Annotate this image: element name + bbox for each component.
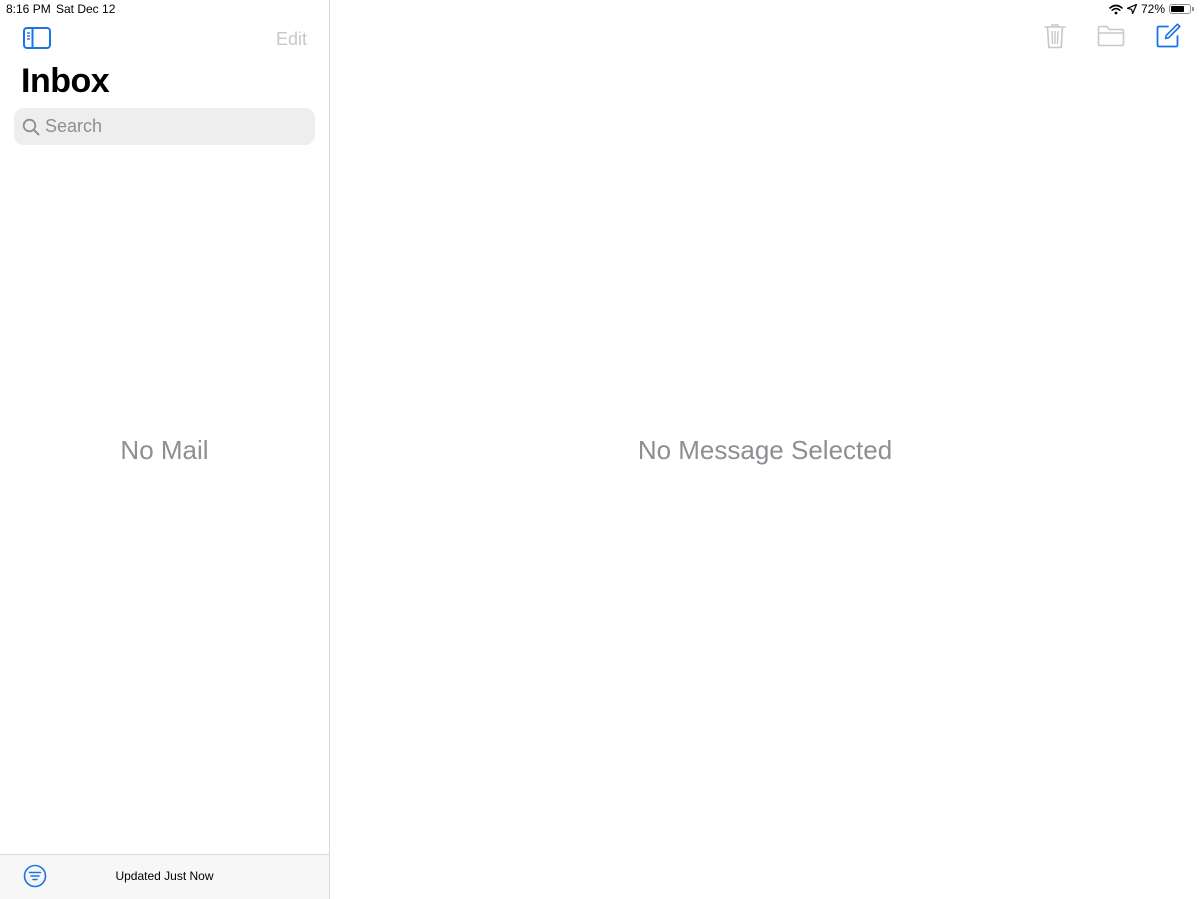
mail-app: 8:16 PM Sat Dec 12 72% Edit Inbox Search… — [0, 0, 1200, 899]
folder-icon — [1097, 25, 1125, 52]
sidebar-toggle-button[interactable] — [22, 25, 52, 51]
update-status: Updated Just Now — [115, 869, 214, 883]
empty-mailbox-label: No Mail — [120, 435, 209, 465]
search-field[interactable] — [14, 108, 315, 145]
page-title: Inbox — [21, 62, 110, 100]
search-icon — [22, 118, 40, 136]
empty-detail-label: No Message Selected — [637, 435, 893, 465]
edit-button[interactable]: Edit — [276, 29, 307, 50]
move-to-folder-button[interactable] — [1095, 24, 1127, 52]
compose-button[interactable] — [1154, 22, 1182, 54]
trash-button[interactable] — [1042, 23, 1068, 54]
trash-icon — [1044, 23, 1066, 54]
search-input[interactable] — [45, 116, 305, 137]
sidebar-toggle-icon — [22, 27, 52, 55]
sidebar-bottom-bar: Updated Just Now — [0, 854, 329, 899]
compose-icon — [1155, 22, 1181, 54]
message-detail-pane: No Message Selected — [330, 0, 1200, 899]
mailbox-sidebar: Edit Inbox No Mail — [0, 0, 330, 899]
